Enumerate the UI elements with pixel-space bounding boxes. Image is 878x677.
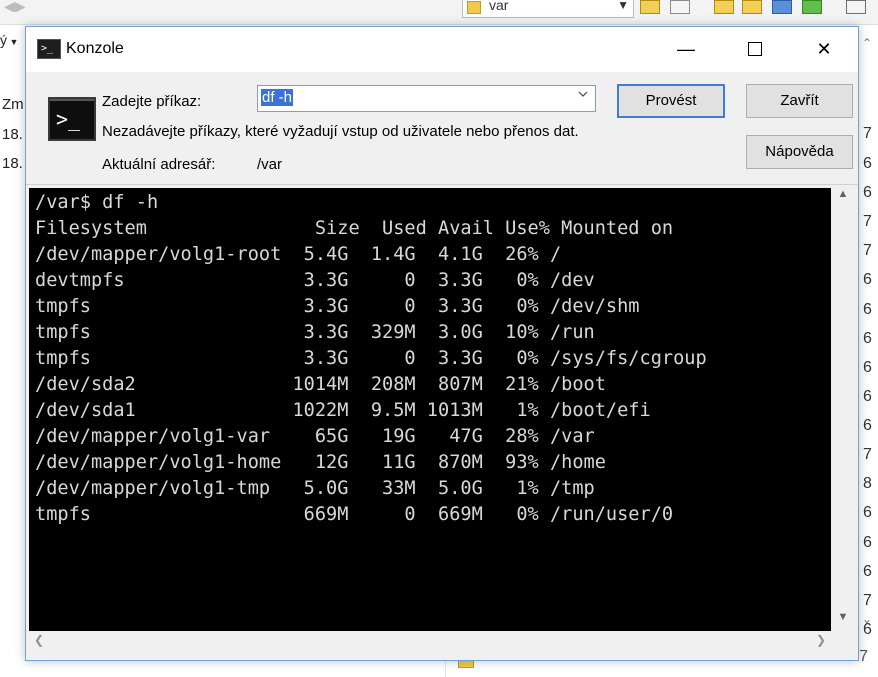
background-left-text: Zm bbox=[2, 96, 24, 113]
background-column-text: 6 bbox=[863, 330, 872, 347]
background-column-text: 6 bbox=[863, 184, 872, 201]
background-column-text: 6 bbox=[863, 271, 872, 288]
background-left-text: 18. bbox=[2, 155, 23, 172]
terminal-line: /dev/mapper/volg1-tmp 5.0G 33M 5.0G 1% /… bbox=[35, 478, 595, 499]
close-window-button[interactable]: ✕ bbox=[801, 27, 847, 72]
terminal-line: /dev/mapper/volg1-home 12G 11G 870M 93% … bbox=[35, 452, 606, 473]
command-input-value[interactable]: df -h bbox=[261, 89, 294, 106]
maximize-button[interactable] bbox=[732, 27, 778, 72]
refresh-icon[interactable] bbox=[802, 0, 822, 14]
run-button[interactable]: Provést bbox=[617, 84, 725, 118]
horizontal-scrollbar[interactable]: ❮ ❯ bbox=[29, 631, 831, 655]
background-column-text: 7 bbox=[863, 446, 872, 463]
background-toolbar-buttons bbox=[636, 0, 876, 14]
background-path-text: var bbox=[489, 0, 509, 13]
command-combobox[interactable]: df -h bbox=[257, 85, 596, 112]
minimize-button[interactable]: — bbox=[663, 27, 709, 72]
terminal-text: /var$ df -h Filesystem Size Used Avail U… bbox=[29, 188, 831, 528]
scroll-left-icon[interactable]: ❮ bbox=[29, 633, 49, 653]
back-arrow-icon[interactable]: ◀▶ bbox=[4, 0, 38, 12]
background-column-text: 6 bbox=[863, 388, 872, 405]
chevron-down-icon: ▼ bbox=[7, 37, 19, 47]
background-column-text: 6 bbox=[863, 621, 872, 638]
scroll-up-icon[interactable]: ▲ bbox=[831, 188, 855, 208]
current-dir-label: Aktuální adresář: bbox=[102, 156, 216, 173]
chevron-down-icon[interactable] bbox=[578, 89, 588, 99]
background-path-combobox[interactable]: var ▼ bbox=[462, 0, 634, 18]
separator bbox=[26, 184, 858, 185]
window-title: Konzole bbox=[66, 40, 124, 57]
background-column-text: 6 bbox=[863, 417, 872, 434]
background-column-text: 6 bbox=[863, 155, 872, 172]
terminal-line: /dev/mapper/volg1-var 65G 19G 47G 28% /v… bbox=[35, 426, 595, 447]
folder-icon bbox=[467, 1, 481, 14]
terminal-line: tmpfs 3.3G 0 3.3G 0% /sys/fs/cgroup bbox=[35, 348, 707, 369]
terminal-line: /dev/sda2 1014M 208M 807M 21% /boot bbox=[35, 374, 606, 395]
title-bar[interactable]: >_ Konzole — ✕ bbox=[26, 27, 858, 72]
chevron-up-icon[interactable]: ⌃ bbox=[862, 36, 872, 50]
terminal-line: /dev/mapper/volg1-root 5.4G 1.4G 4.1G 26… bbox=[35, 244, 562, 265]
terminal-line: tmpfs 3.3G 0 3.3G 0% /dev/shm bbox=[35, 296, 640, 317]
console-icon: >_ bbox=[37, 39, 61, 59]
edit-icon[interactable] bbox=[742, 0, 762, 14]
terminal-line: tmpfs 3.3G 329M 3.0G 10% /run bbox=[35, 322, 595, 343]
background-left-text: 18. bbox=[2, 126, 23, 143]
background-left-menu[interactable]: ý ▼ bbox=[0, 32, 18, 48]
terminal-icon: >_ bbox=[48, 97, 96, 141]
folder-open-icon[interactable] bbox=[640, 0, 660, 14]
background-column-text: 7 bbox=[863, 213, 872, 230]
background-column-text: 7 bbox=[863, 242, 872, 259]
find-icon[interactable] bbox=[846, 0, 866, 14]
vertical-scrollbar[interactable]: ▲ ▼ bbox=[831, 188, 855, 631]
background-column-text: 6 bbox=[863, 563, 872, 580]
terminal-line: /var$ df -h bbox=[35, 192, 159, 213]
terminal-line: devtmpfs 3.3G 0 3.3G 0% /dev bbox=[35, 270, 595, 291]
background-column-text: 7 bbox=[863, 125, 872, 142]
close-button[interactable]: Zavřít bbox=[746, 84, 853, 118]
command-label: Zadejte příkaz: bbox=[102, 93, 202, 110]
console-dialog: >_ Konzole — ✕ >_ Zadejte příkaz: df -h … bbox=[25, 26, 859, 661]
background-column-text: 7 bbox=[863, 592, 872, 609]
background-column-text: 6 bbox=[863, 504, 872, 521]
filter-icon[interactable] bbox=[670, 0, 690, 14]
terminal-line: /dev/sda1 1022M 9.5M 1013M 1% /boot/efi bbox=[35, 400, 651, 421]
warning-text: Nezadávejte příkazy, které vyžadují vstu… bbox=[102, 123, 579, 140]
background-column-text: 6 bbox=[863, 534, 872, 551]
current-dir-value: /var bbox=[257, 156, 283, 173]
chevron-down-icon[interactable]: ▼ bbox=[617, 0, 629, 12]
background-column-text: 8 bbox=[863, 475, 872, 492]
home-icon[interactable] bbox=[772, 0, 792, 14]
maximize-icon bbox=[748, 41, 762, 56]
scroll-down-icon[interactable]: ▼ bbox=[831, 611, 855, 631]
background-column-text: 6 bbox=[863, 359, 872, 376]
help-button[interactable]: Nápověda bbox=[746, 135, 853, 169]
terminal-line: tmpfs 669M 0 669M 0% /run/user/0 bbox=[35, 504, 674, 525]
scroll-right-icon[interactable]: ❯ bbox=[811, 633, 831, 653]
parent-folder-icon[interactable] bbox=[714, 0, 734, 14]
background-left-menu-label: ý bbox=[0, 32, 7, 48]
terminal-line: Filesystem Size Used Avail Use% Mounted … bbox=[35, 218, 674, 239]
terminal-output[interactable]: /var$ df -h Filesystem Size Used Avail U… bbox=[29, 188, 831, 631]
background-column-text: 6 bbox=[863, 301, 872, 318]
